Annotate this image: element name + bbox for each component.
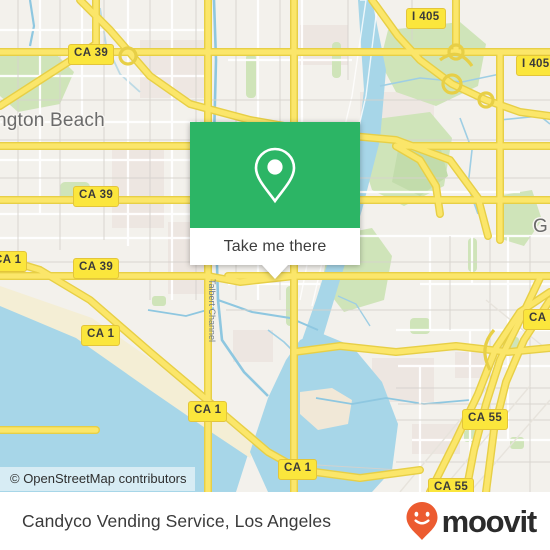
location-info-card[interactable]: Take me there xyxy=(190,122,360,279)
page-title: Candyco Vending Service, Los Angeles xyxy=(22,510,332,531)
map-canvas[interactable]: ngton Beach G Talbert Channel CA 39 I 40… xyxy=(0,0,550,492)
card-pointer-triangle xyxy=(262,265,288,279)
map-pin-icon xyxy=(254,147,296,204)
moovit-wordmark: moovit xyxy=(441,503,538,539)
moovit-logo[interactable]: moovit xyxy=(405,501,538,541)
take-me-there-label: Take me there xyxy=(223,237,327,255)
card-cta-area[interactable]: Take me there xyxy=(190,228,360,265)
moovit-smiley-pin-icon xyxy=(406,502,438,540)
footer-bar: Candyco Vending Service, Los Angeles moo… xyxy=(0,492,550,550)
moovit-map-screenshot: ngton Beach G Talbert Channel CA 39 I 40… xyxy=(0,0,550,550)
card-image-area xyxy=(190,122,360,228)
osm-attribution[interactable]: © OpenStreetMap contributors xyxy=(0,467,195,491)
